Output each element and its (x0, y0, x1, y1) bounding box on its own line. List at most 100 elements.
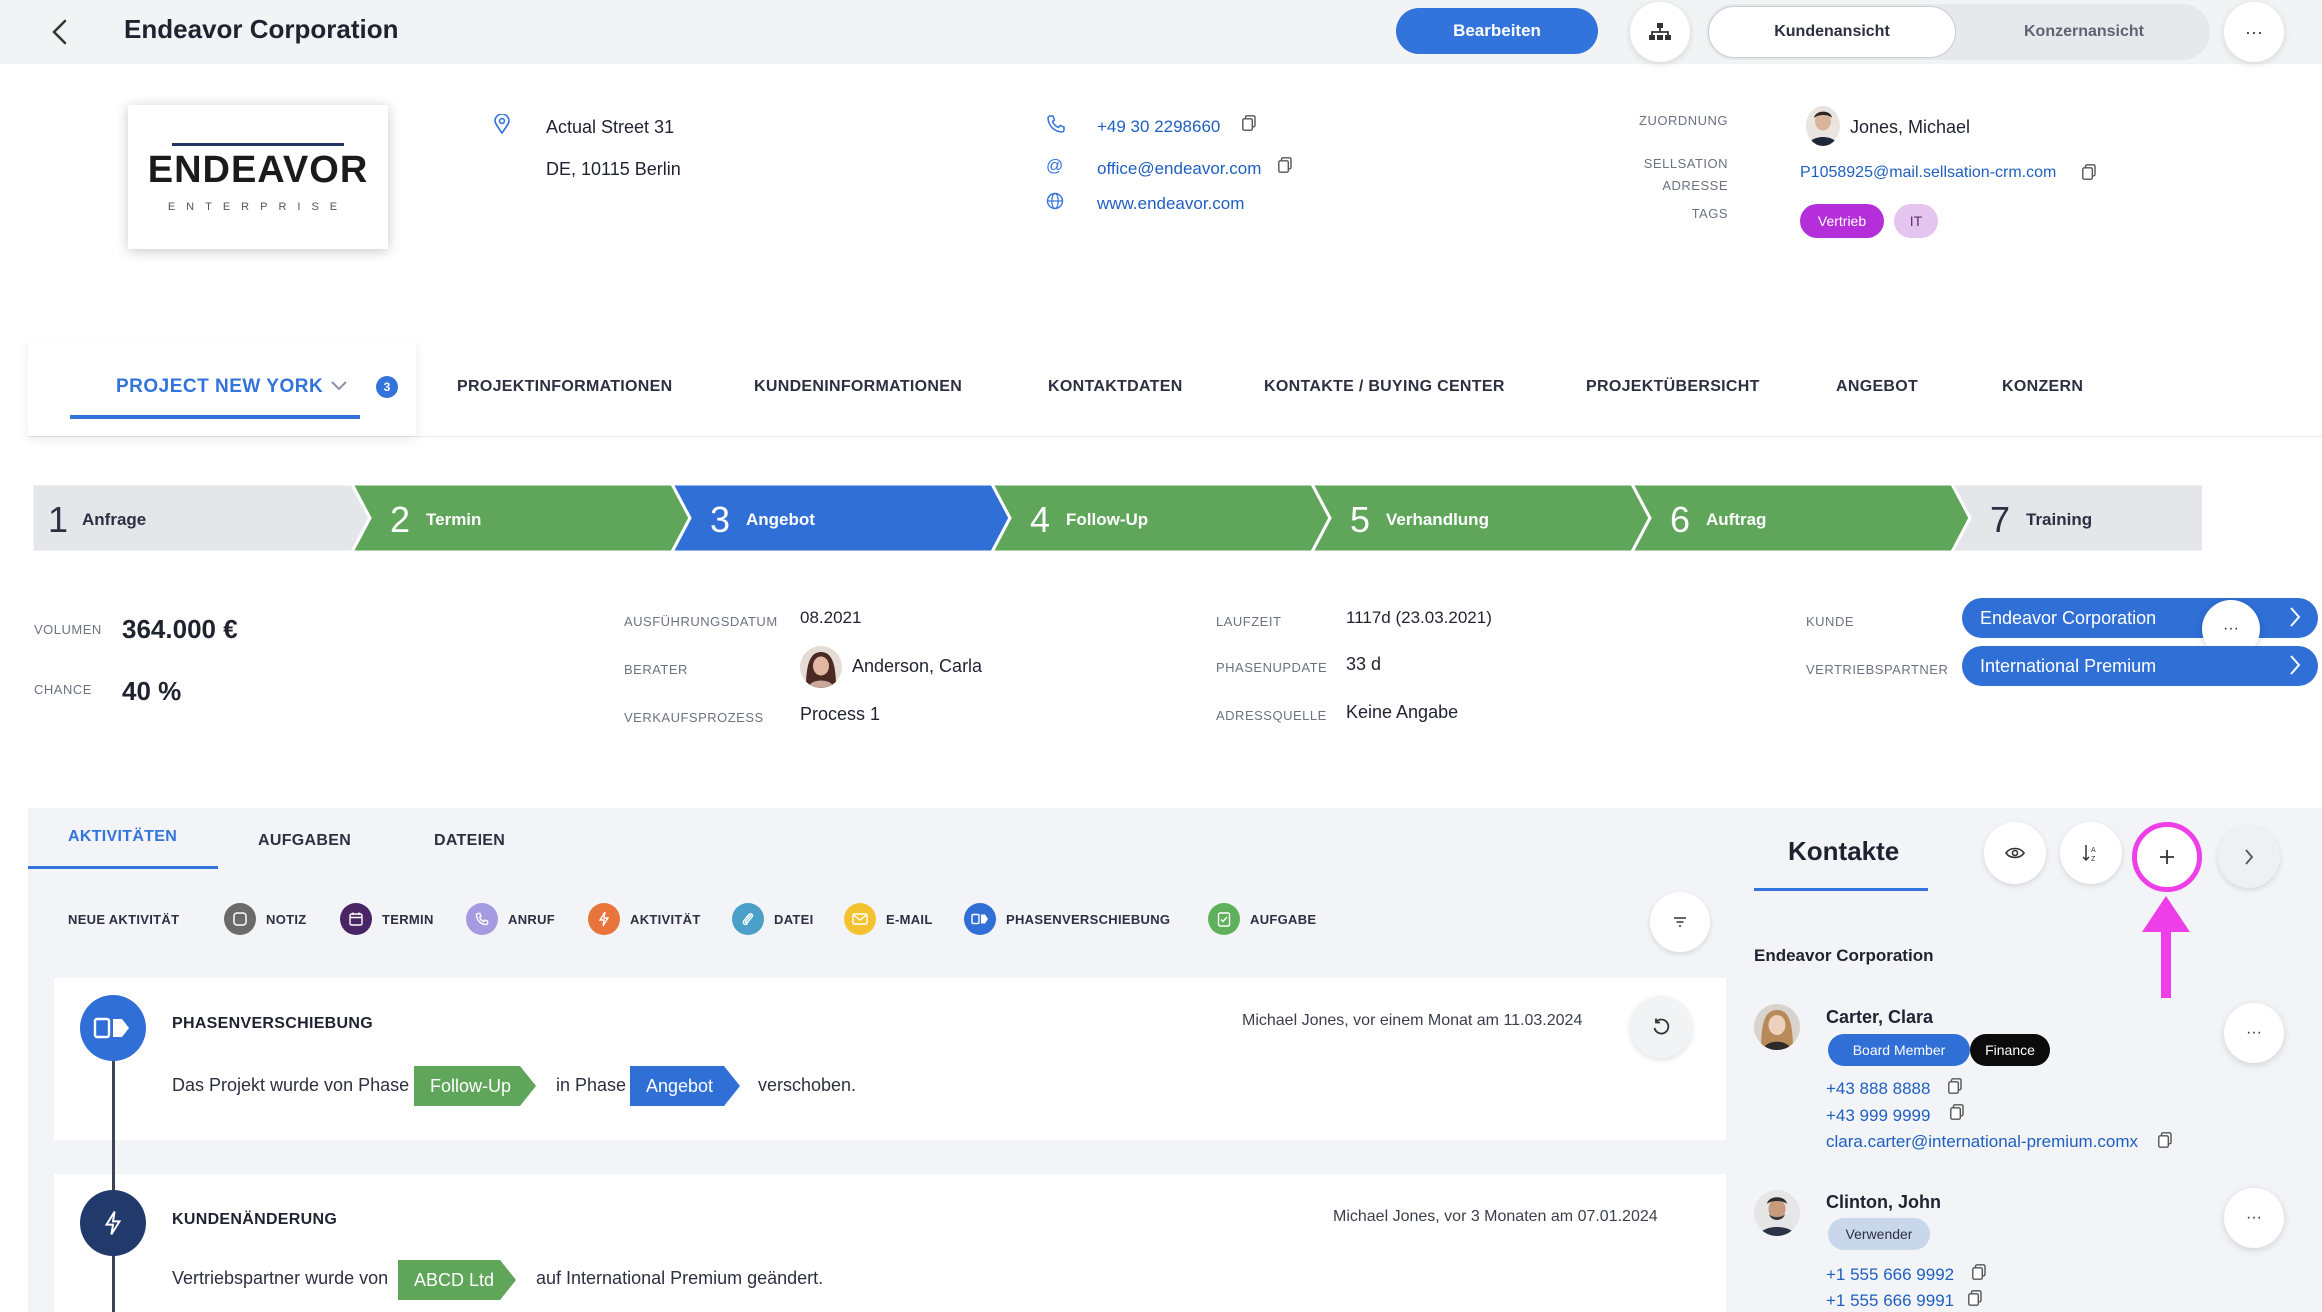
back-button[interactable] (40, 12, 80, 52)
tab-aktivitaeten[interactable]: AKTIVITÄTEN (68, 828, 177, 846)
new-appointment-button[interactable]: TERMIN (340, 902, 434, 936)
activity-meta: Michael Jones, vor einem Monat am 11.03.… (1242, 1012, 1583, 1029)
sellsation-label: SELLSATION (1643, 156, 1728, 171)
new-email-button[interactable]: E-MAIL (844, 902, 933, 936)
more-button[interactable]: ··· (2224, 2, 2284, 62)
svg-text:A: A (2091, 847, 2096, 854)
phase-step-auftrag[interactable]: 6 Auftrag (1629, 484, 1972, 554)
tab-row-divider (28, 436, 2322, 437)
phase-step-verhandlung[interactable]: 5 Verhandlung (1309, 484, 1652, 554)
tab-dateien[interactable]: DATEIEN (434, 832, 505, 850)
contact-more-button[interactable]: ··· (2224, 1188, 2284, 1248)
at-icon: @ (1046, 156, 1064, 175)
tab-kontakte-buying-center[interactable]: KONTAKTE / BUYING CENTER (1264, 378, 1505, 396)
phase-step-termin[interactable]: 2 Termin (349, 484, 692, 554)
source-value: Keine Angabe (1346, 702, 1459, 722)
copy-icon[interactable] (1950, 1104, 1964, 1120)
eye-icon (2005, 847, 2025, 859)
org-chart-icon (1649, 23, 1671, 40)
highlight-arrow (2138, 894, 2194, 998)
task-icon (1208, 903, 1240, 935)
exec-date-value: 08.2021 (800, 608, 862, 627)
new-activity-button[interactable]: AKTIVITÄT (588, 902, 701, 936)
company-logo: ENDEAVOR ENTERPRISE (128, 105, 388, 249)
tab-kontaktdaten[interactable]: KONTAKTDATEN (1048, 378, 1183, 396)
copy-icon[interactable] (2158, 1132, 2172, 1148)
new-task-button[interactable]: AUFGABE (1208, 902, 1316, 936)
tab-projektuebersicht[interactable]: PROJEKTÜBERSICHT (1586, 378, 1760, 396)
new-call-button[interactable]: ANRUF (466, 902, 555, 936)
view-button[interactable] (1984, 822, 2046, 884)
note-icon (224, 903, 256, 935)
tab-konzern[interactable]: KONZERN (2002, 378, 2083, 396)
partner-name: International Premium (1980, 655, 2157, 676)
group-view-toggle[interactable]: Konzernansicht (1960, 6, 2208, 58)
new-note-button[interactable]: NOTIZ (224, 902, 307, 936)
tab-projektinformationen[interactable]: PROJEKTINFORMATIONEN (457, 378, 672, 396)
calendar-icon (340, 903, 372, 935)
chevron-right-icon (2245, 849, 2254, 865)
filter-button[interactable] (1650, 892, 1710, 952)
new-file-button[interactable]: DATEI (732, 902, 814, 936)
chip-label: Follow-Up (430, 1075, 512, 1096)
sort-button[interactable]: AZ (2060, 822, 2122, 884)
contact-phone[interactable]: +1 555 666 9992 (1826, 1265, 1954, 1285)
edit-button[interactable]: Bearbeiten (1396, 8, 1598, 54)
contact-email[interactable]: clara.carter@international-premium.comx (1826, 1132, 2138, 1152)
phase-label: Training (2026, 510, 2092, 529)
email-label: E-MAIL (886, 911, 933, 927)
project-tab-underline (70, 415, 360, 419)
contact-phone[interactable]: +43 999 9999 (1826, 1106, 1930, 1126)
chevron-right-icon (2288, 654, 2302, 676)
project-count-badge: 3 (376, 376, 398, 398)
copy-icon[interactable] (1972, 1264, 1986, 1280)
phase-label: Angebot (746, 510, 815, 529)
undo-button[interactable] (1630, 996, 1692, 1058)
phone-link[interactable]: +49 30 2298660 (1097, 117, 1220, 137)
copy-icon[interactable] (1948, 1078, 1962, 1094)
contact-name[interactable]: Carter, Clara (1826, 1007, 1933, 1028)
bolt-icon (80, 1190, 146, 1256)
contact-avatar (1754, 1190, 1800, 1236)
phase-label: Auftrag (1706, 510, 1766, 529)
activity-text-b: auf International Premium geändert. (536, 1268, 824, 1288)
chip-label: Angebot (646, 1075, 714, 1096)
tag-it[interactable]: IT (1894, 204, 1938, 238)
copy-email-icon[interactable] (1278, 157, 1292, 173)
contact-phone[interactable]: +43 888 8888 (1826, 1079, 1930, 1099)
copy-phone-icon[interactable] (1242, 115, 1256, 131)
contacts-title: Kontakte (1788, 836, 1900, 866)
tab-aufgaben[interactable]: AUFGABEN (258, 832, 351, 850)
website-link[interactable]: www.endeavor.com (1097, 194, 1244, 214)
phase-label: Anfrage (82, 510, 146, 529)
contact-more-button[interactable]: ··· (2224, 1003, 2284, 1063)
advisor-avatar (800, 646, 842, 688)
phase-step-angebot[interactable]: 3 Angebot (669, 484, 1012, 554)
phase-number: 3 (710, 499, 730, 540)
tab-angebot[interactable]: ANGEBOT (1836, 378, 1918, 396)
new-phase-shift-button[interactable]: PHASENVERSCHIEBUNG (964, 902, 1170, 936)
paperclip-icon (732, 903, 764, 935)
phase-step-anfrage[interactable]: 1 Anfrage (32, 484, 372, 554)
contact-name[interactable]: Clinton, John (1826, 1192, 1941, 1213)
note-label: NOTIZ (266, 911, 307, 927)
org-chart-button[interactable] (1630, 2, 1690, 62)
copy-icon[interactable] (1968, 1290, 1982, 1306)
chevron-left-icon (52, 19, 67, 45)
tag-vertrieb[interactable]: Vertrieb (1800, 204, 1884, 238)
email-link[interactable]: office@endeavor.com (1097, 159, 1261, 179)
sellsation-address-link[interactable]: P1058925@mail.sellsation-crm.com (1800, 164, 2056, 182)
customer-view-toggle[interactable]: Kundenansicht (1708, 6, 1956, 58)
tab-kundeninformationen[interactable]: KUNDENINFORMATIONEN (754, 378, 962, 396)
phase-step-training[interactable]: 7 Training (1949, 484, 2202, 554)
phase-step-follow-up[interactable]: 4 Follow-Up (989, 484, 1332, 554)
file-label: DATEI (774, 911, 814, 927)
contact-phone[interactable]: +1 555 666 9991 (1826, 1291, 1954, 1311)
contacts-next-button[interactable] (2218, 826, 2280, 888)
partner-link[interactable]: International Premium (1962, 646, 2318, 686)
copy-sellsation-icon[interactable] (2082, 164, 2096, 180)
project-selector[interactable]: PROJECT NEW YORK 3 (28, 340, 416, 436)
customer-link[interactable]: Endeavor Corporation (1962, 598, 2318, 638)
call-label: ANRUF (508, 911, 555, 927)
assignee-avatar (1806, 106, 1840, 146)
